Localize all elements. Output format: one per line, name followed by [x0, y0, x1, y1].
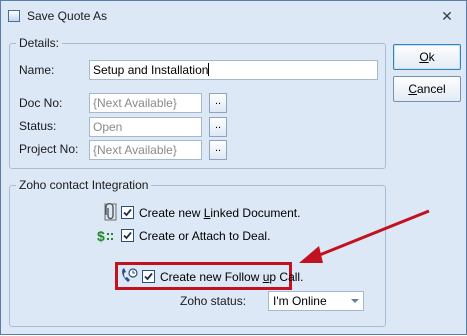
- followup-call-checkbox[interactable]: [142, 270, 155, 283]
- status-label: Status:: [19, 119, 57, 133]
- deal-label: Create or Attach to Deal.: [139, 229, 271, 243]
- checkmark-icon: [123, 231, 132, 240]
- status-input[interactable]: Open: [89, 117, 202, 137]
- dropdown-arrow-icon: [351, 299, 359, 303]
- deal-checkbox[interactable]: [121, 229, 134, 242]
- ok-button[interactable]: Ok: [393, 44, 461, 70]
- name-label: Name:: [19, 63, 55, 77]
- project-input[interactable]: {Next Available}: [89, 140, 202, 160]
- name-input[interactable]: Setup and Installation: [89, 60, 378, 80]
- linked-document-checkbox[interactable]: [121, 206, 134, 219]
- title-bar: Save Quote As ✕: [1, 1, 466, 31]
- dialog-window-icon: [8, 10, 20, 22]
- svg-text:$: $: [97, 228, 105, 244]
- checkmark-icon: [123, 208, 132, 217]
- name-value: Setup and Installation: [93, 63, 209, 77]
- checkmark-icon: [144, 272, 153, 281]
- phone-clock-icon: [122, 268, 138, 282]
- dialog-title: Save Quote As: [27, 9, 108, 23]
- zoho-status-label: Zoho status:: [180, 294, 247, 308]
- docno-label: Doc No:: [19, 96, 63, 110]
- zoho-status-value: I'm Online: [273, 294, 327, 308]
- save-quote-dialog: Save Quote As ✕ Details: Name: Setup and…: [0, 0, 467, 335]
- followup-call-label: Create new Follow up Call.: [160, 270, 304, 284]
- paperclip-icon: [104, 203, 117, 221]
- status-browse-button[interactable]: ..: [209, 117, 227, 137]
- close-button[interactable]: ✕: [437, 7, 457, 25]
- linked-document-label: Create new Linked Document.: [139, 206, 301, 220]
- project-browse-button[interactable]: ..: [209, 140, 227, 160]
- zoho-status-dropdown[interactable]: I'm Online: [268, 291, 364, 311]
- details-legend: Details:: [16, 36, 63, 50]
- project-label: Project No:: [19, 142, 79, 156]
- docno-browse-button[interactable]: ..: [209, 93, 227, 113]
- dollar-deal-icon: $: [97, 228, 113, 244]
- cancel-button[interactable]: Cancel: [393, 76, 461, 102]
- docno-input[interactable]: {Next Available}: [89, 93, 202, 113]
- zoho-legend: Zoho contact Integration: [16, 178, 152, 192]
- text-caret: [208, 63, 210, 76]
